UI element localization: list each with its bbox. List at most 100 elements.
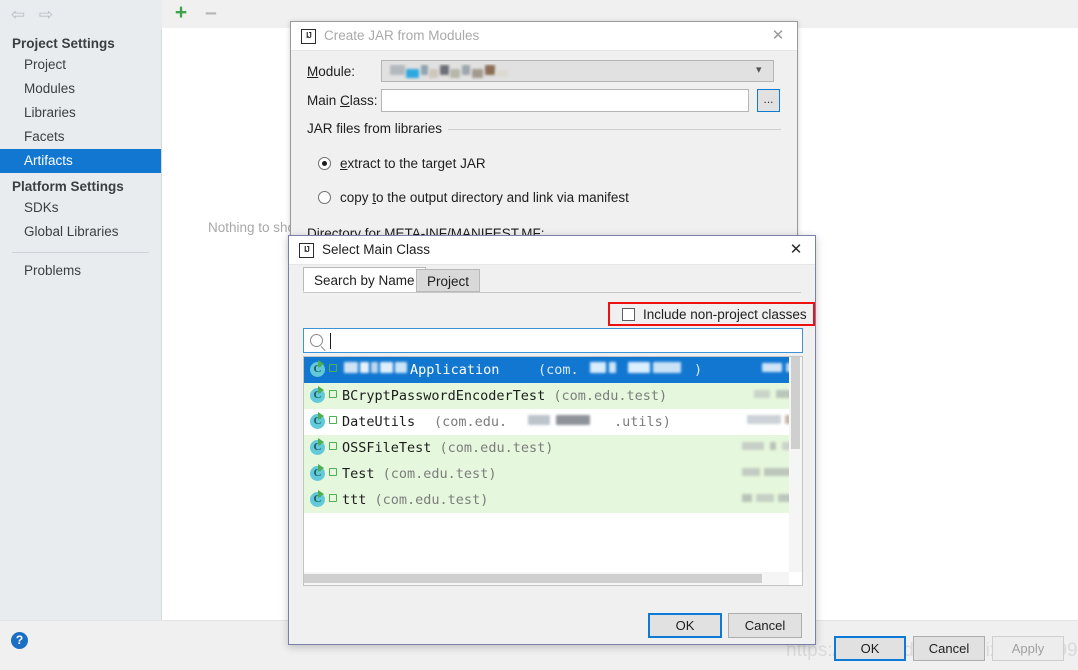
class-results-list[interactable]: C Application (com.) C BCryptPasswordEn… — [303, 356, 803, 586]
blurred-right — [754, 383, 789, 409]
list-item[interactable]: C Test (com.edu.test) — [304, 461, 789, 487]
radio-copy-indicator — [318, 191, 331, 204]
select-main-class-cancel-button[interactable]: Cancel — [728, 613, 802, 638]
jar-libraries-group-title: JAR files from libraries — [307, 121, 449, 136]
include-non-project-label: Include non-project classes — [643, 307, 807, 322]
module-label: Module: — [307, 64, 356, 79]
sidebar-item-libraries[interactable]: Libraries — [0, 101, 161, 125]
blurred-right — [742, 435, 789, 461]
blurred-right — [742, 487, 789, 513]
sidebar-item-artifacts[interactable]: Artifacts — [0, 149, 161, 173]
class-package-tail: ) — [694, 362, 703, 378]
run-arrow-icon — [318, 464, 324, 472]
list-item[interactable]: C ttt (com.edu.test) — [304, 487, 789, 513]
list-item[interactable]: C DateUtils (com.edu. .utils) — [304, 409, 789, 435]
arrow-right-icon[interactable]: ⇨ — [36, 5, 56, 25]
arrow-left-icon[interactable]: ⇦ — [8, 5, 28, 25]
blurred-package — [528, 409, 618, 435]
visibility-marker-icon — [329, 416, 337, 424]
list-item[interactable]: C Application (com.) — [304, 357, 789, 383]
main-class-input[interactable] — [381, 89, 749, 112]
blurred-right — [742, 461, 789, 487]
visibility-marker-icon — [329, 468, 337, 476]
close-icon[interactable]: ✕ — [767, 26, 789, 46]
blurred-prefix — [342, 357, 412, 383]
sidebar-item-facets[interactable]: Facets — [0, 125, 161, 149]
include-non-project-checkbox[interactable] — [622, 308, 635, 321]
settings-ok-button[interactable]: OK — [834, 636, 906, 661]
module-dropdown[interactable]: ▾ — [381, 60, 774, 82]
class-package: (com.edu.test) — [439, 440, 554, 456]
blurred-package — [590, 357, 740, 383]
create-jar-titlebar: IJ Create JAR from Modules ✕ — [291, 22, 797, 51]
run-arrow-icon — [318, 386, 324, 394]
class-name: Test — [342, 466, 375, 482]
blurred-right — [747, 409, 789, 435]
search-icon — [310, 334, 323, 347]
class-package: (com. — [538, 362, 579, 378]
close-icon[interactable]: ✕ — [785, 240, 807, 260]
main-class-label: Main Class: — [307, 93, 378, 108]
remove-artifact-icon[interactable]: – — [201, 2, 221, 24]
list-item[interactable]: C BCryptPasswordEncoderTest (com.edu.tes… — [304, 383, 789, 409]
sidebar-divider — [12, 252, 149, 253]
create-jar-dialog: IJ Create JAR from Modules ✕ Module: ▾ M… — [290, 21, 798, 261]
visibility-marker-icon — [329, 442, 337, 450]
settings-apply-button[interactable]: Apply — [992, 636, 1064, 661]
include-non-project-highlight: Include non-project classes — [608, 302, 815, 326]
select-main-class-ok-button[interactable]: OK — [648, 613, 722, 638]
sidebar-item-problems[interactable]: Problems — [0, 259, 161, 283]
browse-main-class-button[interactable]: ... — [757, 89, 780, 112]
list-item-text: Test (com.edu.test) — [342, 461, 789, 487]
class-package-tail: .utils) — [614, 414, 671, 430]
class-name: BCryptPasswordEncoderTest — [342, 388, 546, 404]
tab-search-by-name[interactable]: Search by Name — [303, 267, 426, 292]
radio-extract-to-target-jar[interactable]: extract to the target JAR — [318, 156, 486, 171]
sidebar-group-platform-settings: Platform Settings — [12, 179, 124, 194]
select-main-class-dialog: IJ Select Main Class ✕ Search by Name Pr… — [288, 235, 816, 645]
sidebar-item-project[interactable]: Project — [0, 53, 161, 77]
class-results-rows: C Application (com.) C BCryptPasswordEn… — [304, 357, 789, 513]
list-item-text: BCryptPasswordEncoderTest (com.edu.test) — [342, 383, 789, 409]
vertical-scrollbar-thumb[interactable] — [791, 357, 800, 449]
tab-project[interactable]: Project — [416, 269, 481, 292]
list-item-text: ttt (com.edu.test) — [342, 487, 789, 513]
intellij-idea-icon: IJ — [301, 29, 316, 44]
vertical-scrollbar[interactable] — [789, 357, 802, 572]
list-item-text: OSSFileTest (com.edu.test) — [342, 435, 789, 461]
navigation-bar: ⇦ ⇨ — [0, 0, 162, 30]
help-icon[interactable]: ? — [11, 632, 28, 649]
select-main-class-title: Select Main Class — [322, 242, 431, 257]
run-arrow-icon — [318, 360, 324, 368]
visibility-marker-icon — [329, 364, 337, 372]
class-name: Application — [410, 362, 500, 378]
visibility-marker-icon — [329, 390, 337, 398]
class-package: (com.edu.test) — [553, 388, 668, 404]
chevron-down-icon: ▾ — [756, 64, 762, 76]
list-item[interactable]: C OSSFileTest (com.edu.test) — [304, 435, 789, 461]
add-artifact-icon[interactable]: + — [171, 2, 191, 24]
class-package: (com.edu.test) — [382, 466, 497, 482]
class-name: DateUtils — [342, 414, 416, 430]
horizontal-scrollbar-thumb[interactable] — [304, 574, 762, 583]
radio-copy-label: copy to the output directory and link vi… — [340, 190, 629, 205]
run-arrow-icon — [318, 412, 324, 420]
radio-copy-to-output-directory[interactable]: copy to the output directory and link vi… — [318, 190, 629, 205]
horizontal-scrollbar[interactable] — [304, 572, 789, 585]
create-jar-title: Create JAR from Modules — [324, 28, 480, 43]
module-value-blurred — [388, 64, 588, 80]
class-package: (com.edu. — [434, 414, 508, 430]
tabstrip-underline — [303, 292, 801, 293]
settings-cancel-button[interactable]: Cancel — [913, 636, 985, 661]
run-arrow-icon — [318, 438, 324, 446]
class-name: OSSFileTest — [342, 440, 432, 456]
blurred-right — [762, 357, 789, 383]
sidebar-item-global-libraries[interactable]: Global Libraries — [0, 220, 161, 244]
radio-extract-label: extract to the target JAR — [340, 156, 486, 171]
sidebar-item-modules[interactable]: Modules — [0, 77, 161, 101]
class-name: ttt — [342, 492, 367, 508]
intellij-idea-icon: IJ — [299, 243, 314, 258]
search-field-wrapper[interactable] — [303, 328, 803, 353]
select-main-class-titlebar: IJ Select Main Class ✕ — [289, 236, 815, 265]
sidebar-item-sdks[interactable]: SDKs — [0, 196, 161, 220]
